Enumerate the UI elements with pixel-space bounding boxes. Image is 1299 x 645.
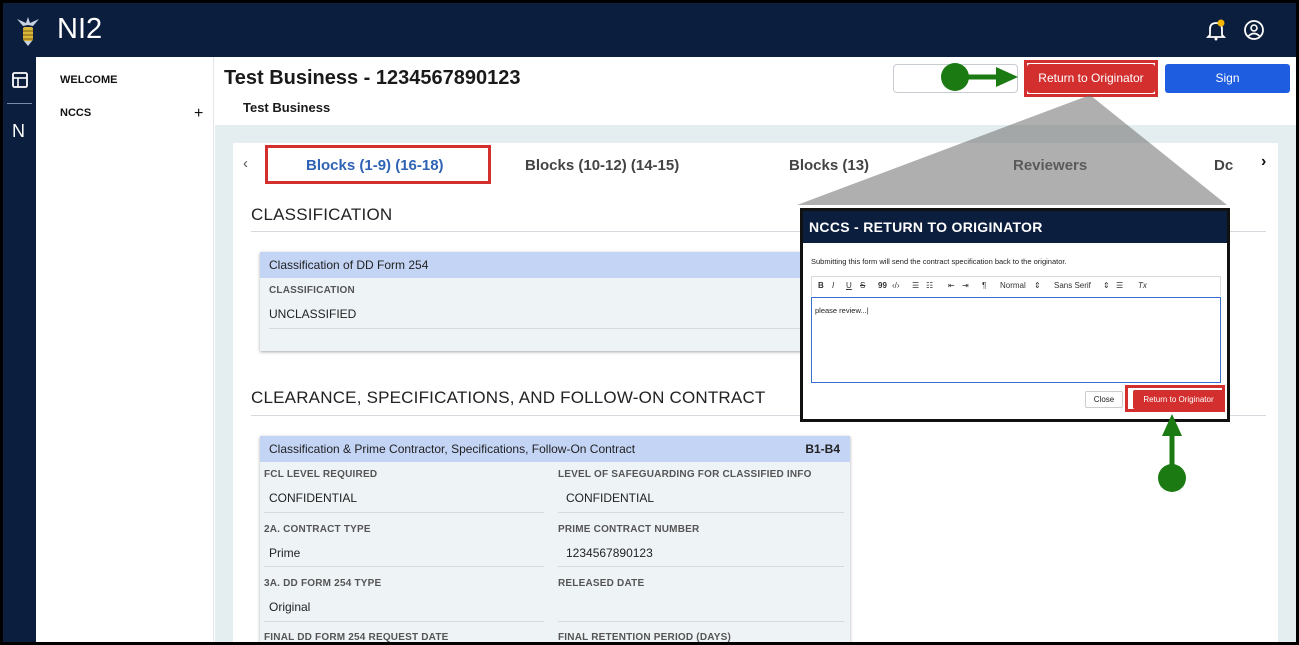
modal-description: Submitting this form will send the contr… [811, 257, 1067, 266]
field-value: Original [269, 600, 311, 614]
clear-format-button[interactable]: Tx [1138, 281, 1147, 290]
app-frame: NI2 N WELCOME NCCS + Test Business - 123… [3, 3, 1296, 642]
field-divider [264, 621, 544, 622]
field-value: UNCLASSIFIED [269, 307, 357, 321]
chevron-left-icon[interactable]: ‹ [243, 155, 248, 172]
heading-select[interactable]: Normal [1000, 281, 1026, 290]
user-circle-icon[interactable] [1243, 19, 1265, 41]
field-divider [264, 566, 544, 567]
bullet-list-button[interactable]: ☷ [926, 281, 933, 290]
top-bar: NI2 [3, 3, 1296, 57]
field-label: FCL LEVEL REQUIRED [264, 469, 378, 480]
dashboard-icon[interactable] [11, 71, 29, 89]
sign-button[interactable]: Sign [1165, 64, 1290, 93]
bold-button[interactable]: B [818, 281, 824, 290]
annotation-highlight-modal-button [1125, 385, 1225, 412]
indent-button[interactable]: ⇥ [962, 281, 969, 290]
n-letter-icon[interactable]: N [12, 121, 25, 142]
field-divider [558, 512, 844, 513]
chevron-updown-icon: ⇕ [1034, 281, 1041, 290]
align-button[interactable]: ☰ [1116, 281, 1123, 290]
field-value: 1234567890123 [566, 546, 653, 560]
field-divider [558, 566, 844, 567]
blockquote-button[interactable]: 99 [878, 281, 887, 290]
field-label: LEVEL OF SAFEGUARDING FOR CLASSIFIED INF… [558, 469, 812, 480]
text-direction-button[interactable]: ¶ [982, 281, 986, 290]
field-value: CONFIDENTIAL [269, 491, 358, 505]
annotation-highlight-return-button [1024, 60, 1158, 97]
field-label: 3A. DD FORM 254 TYPE [264, 578, 382, 589]
side-nav: WELCOME NCCS + [36, 57, 214, 642]
plus-icon[interactable]: + [194, 105, 203, 123]
tab-blocks-13[interactable]: Blocks (13) [789, 157, 869, 174]
strike-button[interactable]: S [860, 281, 865, 290]
field-divider [264, 512, 544, 513]
field-label: RELEASED DATE [558, 578, 645, 589]
nav-item-nccs[interactable]: NCCS [60, 107, 91, 119]
page-title: Test Business - 1234567890123 [224, 67, 521, 89]
field-divider [558, 621, 844, 622]
field-value: Prime [269, 546, 301, 560]
page-subtitle: Test Business [243, 100, 331, 115]
card-header: Classification of DD Form 254 [260, 252, 850, 278]
field-label: FINAL DD FORM 254 REQUEST DATE [264, 632, 449, 642]
code-button[interactable]: ‹/› [892, 281, 900, 290]
bell-icon[interactable] [1206, 19, 1226, 41]
tab-reviewers[interactable]: Reviewers [1013, 157, 1087, 174]
app-title: NI2 [57, 13, 103, 45]
clearance-card: Classification & Prime Contractor, Speci… [260, 436, 850, 642]
tab-blocks-10-12[interactable]: Blocks (10-12) (14-15) [525, 157, 679, 174]
left-rail: N [3, 57, 36, 642]
chevron-updown-icon: ⇕ [1103, 281, 1110, 290]
field-label: CLASSIFICATION [269, 285, 355, 296]
editor-text: please review...| [815, 306, 869, 315]
field-label: FINAL RETENTION PERIOD (DAYS) [558, 632, 732, 642]
classification-card: Classification of DD Form 254 CLASSIFICA… [260, 252, 850, 351]
outdent-button[interactable]: ⇤ [948, 281, 955, 290]
font-select[interactable]: Sans Serif [1054, 281, 1091, 290]
section-title-clearance: CLEARANCE, SPECIFICATIONS, AND FOLLOW-ON… [251, 388, 766, 407]
section-title-classification: CLASSIFICATION [251, 205, 393, 224]
close-button[interactable]: Close [1085, 391, 1123, 408]
nav-item-welcome[interactable]: WELCOME [60, 74, 117, 86]
card-block-code: B1-B4 [805, 442, 840, 456]
field-value: CONFIDENTIAL [566, 491, 655, 505]
ordered-list-button[interactable]: ☰ [912, 281, 919, 290]
review-button[interactable]: R [893, 64, 1018, 93]
chevron-right-icon[interactable]: › [1261, 153, 1266, 171]
underline-button[interactable]: U [846, 281, 852, 290]
rail-divider [7, 103, 32, 104]
card-header: Classification & Prime Contractor, Speci… [260, 436, 850, 462]
italic-button[interactable]: I [832, 281, 834, 290]
comment-editor[interactable]: please review...| [811, 297, 1221, 383]
field-label: PRIME CONTRACT NUMBER [558, 524, 700, 535]
tab-documents[interactable]: Dc [1214, 157, 1233, 174]
annotation-highlight-tab [265, 145, 491, 184]
field-label: 2A. CONTRACT TYPE [264, 524, 371, 535]
field-divider [269, 328, 841, 329]
editor-toolbar: B I U S 99 ‹/› ☰ ☷ ⇤ ⇥ ¶ Normal ⇕ Sans S… [811, 276, 1221, 296]
eagle-logo-icon[interactable] [15, 13, 41, 47]
modal-title: NCCS - RETURN TO ORIGINATOR [803, 211, 1227, 243]
